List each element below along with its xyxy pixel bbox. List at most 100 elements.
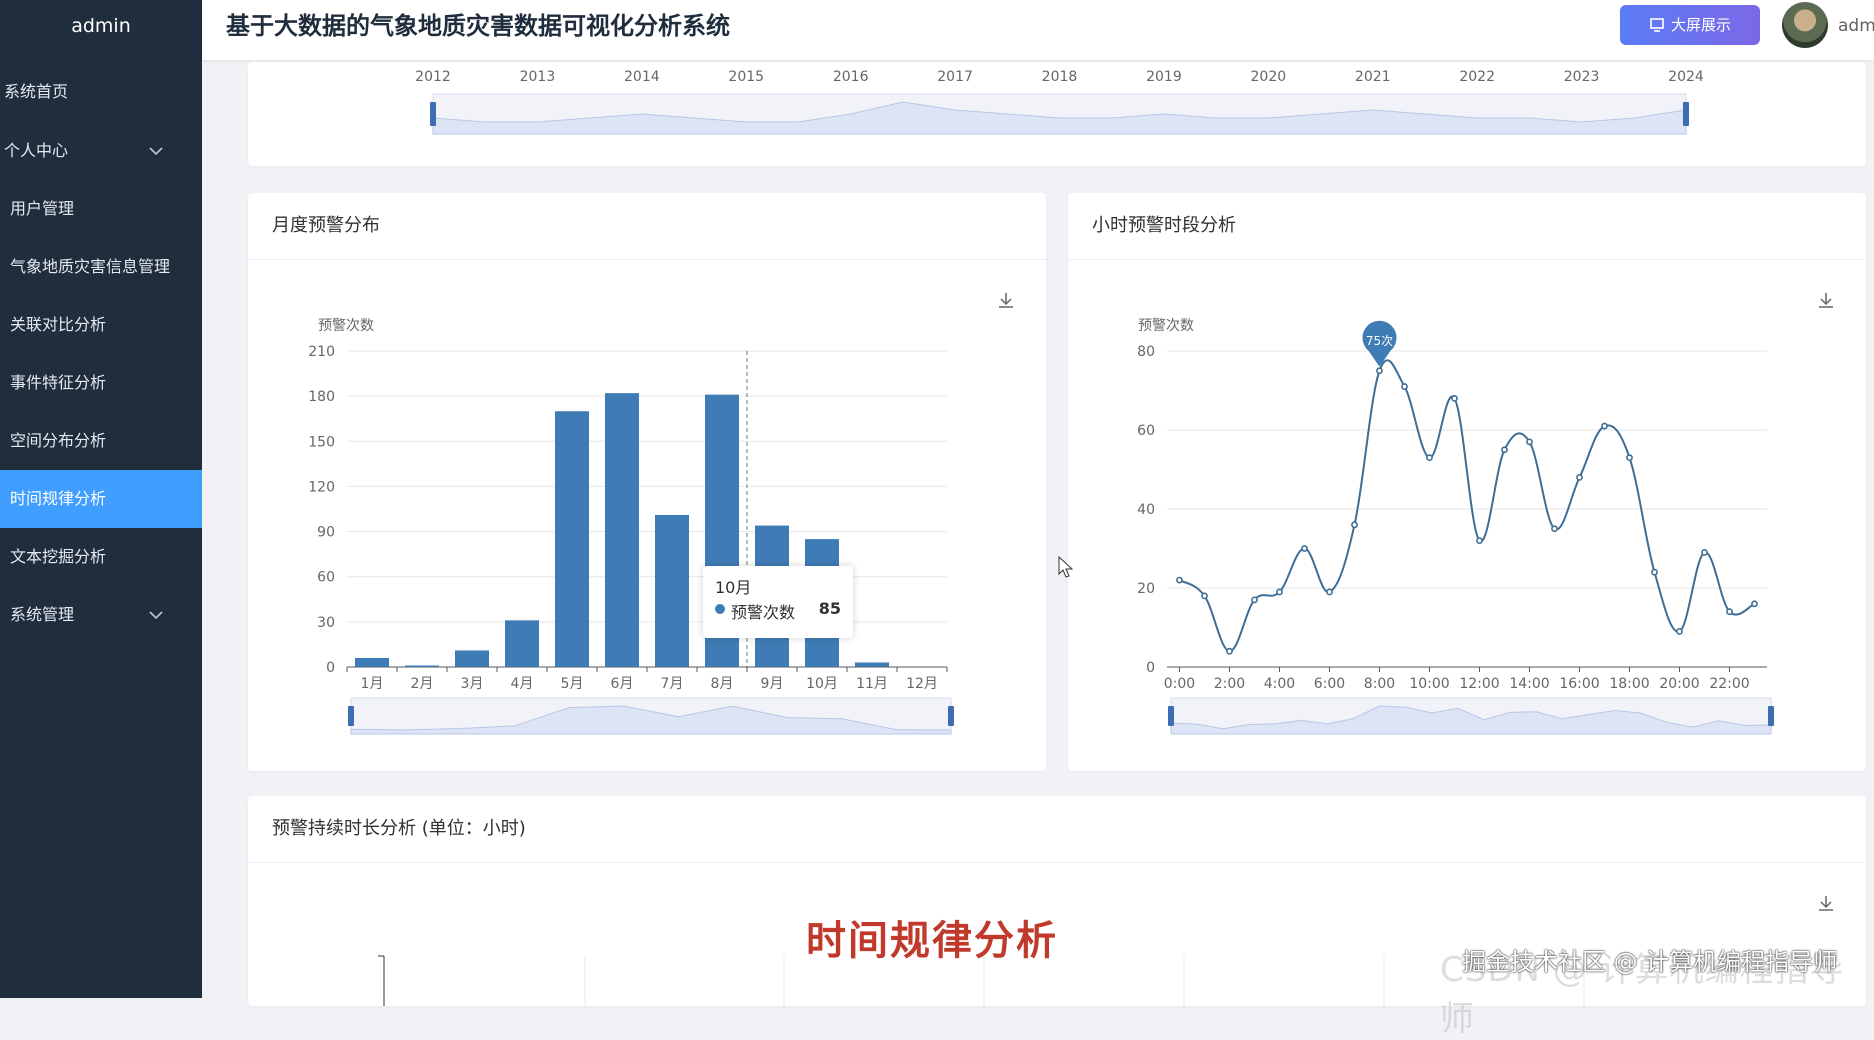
hourly-warning-card: 小时预警时段分析 预警次数 0 20 40 60 80 0:00 2:00 4:00 6:00 8:… [1068, 193, 1866, 771]
big-screen-button[interactable]: 大屏展示 [1620, 5, 1760, 45]
y-tick-label: 120 [308, 479, 335, 495]
x-tick-label: 16:00 [1559, 676, 1599, 692]
zoom-handle-left [430, 102, 436, 126]
series-line [1178, 359, 1755, 653]
sidebar-item-label: 系统首页 [4, 82, 69, 101]
data-point [1326, 588, 1333, 596]
x-tick-label: 1月 [361, 676, 384, 692]
bar [505, 620, 539, 667]
zoom-handle-left [348, 706, 354, 726]
y-tick-label: 80 [1137, 344, 1155, 360]
year-tick-label: 2021 [1355, 69, 1391, 85]
data-point [1751, 600, 1758, 608]
data-point [1226, 647, 1233, 655]
sidebar-item-label: 空间分布分析 [10, 431, 107, 450]
x-tick-label: 4月 [511, 676, 534, 692]
x-tick-label: 3月 [461, 676, 484, 692]
tooltip-title: 10月 [715, 578, 752, 597]
sidebar-item-label: 文本挖掘分析 [10, 547, 107, 566]
y-axis-label: 预警次数 [1138, 318, 1194, 334]
sidebar-logo: admin [71, 15, 131, 37]
y-tick-label: 180 [308, 389, 335, 405]
year-tick-label: 2022 [1459, 69, 1495, 85]
x-tick-label: 6:00 [1314, 676, 1345, 692]
x-tick-label: 10:00 [1409, 676, 1449, 692]
yearly-chart-card: 2012 2013 2014 2015 2016 2017 2018 2019 2020 2021… [248, 62, 1866, 166]
sidebar-item-home[interactable]: 系统首页 [0, 63, 202, 121]
zoom-handle-right [948, 706, 954, 726]
year-tick-label: 2023 [1564, 69, 1600, 85]
x-tick-label: 8月 [711, 676, 734, 692]
data-point [1601, 422, 1608, 430]
x-tick-label: 2:00 [1214, 676, 1245, 692]
x-tick-label: 0:00 [1164, 676, 1195, 692]
data-point [1351, 521, 1358, 529]
sidebar-item-label: 气象地质灾害信息管理 [10, 257, 171, 276]
data-point [1551, 525, 1558, 533]
sidebar-item-system-management[interactable]: 系统管理 [0, 586, 202, 644]
bar [355, 657, 389, 667]
page-title: 基于大数据的气象地质灾害数据可视化分析系统 [226, 12, 730, 40]
monitor-icon [1650, 18, 1664, 32]
user-name[interactable]: admin [1838, 0, 1874, 52]
sidebar-item-label: 用户管理 [10, 199, 75, 218]
sidebar-item-event-feature[interactable]: 事件特征分析 [0, 354, 202, 412]
top-bar: 基于大数据的气象地质灾害数据可视化分析系统 大屏展示 admin [202, 0, 1874, 60]
y-tick-label: 150 [308, 434, 335, 450]
x-tick-label: 6月 [611, 676, 634, 692]
watermark: 掘金技术社区 @ 计算机编程指导师 [1462, 948, 1838, 976]
y-tick-label: 0 [326, 660, 335, 676]
x-tick-label: 18:00 [1609, 676, 1649, 692]
chart-tooltip: 10月 预警次数 85 [703, 566, 853, 638]
data-point [1651, 568, 1658, 576]
y-tick-label: 30 [317, 615, 335, 631]
year-tick-label: 2016 [833, 69, 869, 85]
x-tick-label: 2月 [411, 676, 434, 692]
monthly-bar-chart: 预警次数 0 30 60 90 120 150 180 210 1月 2月 3月 4月 5月 6月 7月 8月 9… [308, 318, 954, 735]
data-point [1626, 454, 1633, 462]
avatar[interactable] [1782, 2, 1828, 48]
year-tick-label: 2019 [1146, 69, 1182, 85]
data-point [1676, 628, 1683, 635]
yearly-data-zoom[interactable]: 2012 2013 2014 2015 2016 2017 2018 2019 2020 2021… [248, 62, 1866, 166]
y-tick-label: 60 [1137, 423, 1155, 439]
big-screen-label: 大屏展示 [1670, 16, 1731, 34]
mouse-cursor-icon [1058, 556, 1074, 578]
data-point [1401, 383, 1408, 390]
data-point [1376, 367, 1383, 375]
sidebar-item-label: 关联对比分析 [10, 315, 107, 334]
sidebar-item-text-mining[interactable]: 文本挖掘分析 [0, 528, 202, 586]
sidebar-item-time-pattern[interactable]: 时间规律分析 [0, 470, 202, 528]
tooltip-series-name: 预警次数 [731, 603, 796, 622]
sidebar-item-user-management[interactable]: 用户管理 [0, 180, 202, 238]
sidebar-item-personal-center[interactable]: 个人中心 [0, 122, 202, 180]
zoom-handle-right [1768, 706, 1774, 726]
sidebar-item-disaster-info[interactable]: 气象地质灾害信息管理 [0, 238, 202, 296]
year-tick-label: 2013 [520, 69, 556, 85]
y-axis-label: 预警次数 [318, 318, 374, 334]
sidebar-item-spatial-distribution[interactable]: 空间分布分析 [0, 412, 202, 470]
sidebar-item-label: 时间规律分析 [10, 489, 107, 508]
zoom-handle-right [1683, 102, 1689, 126]
year-tick-label: 2018 [1042, 69, 1078, 85]
x-tick-label: 5月 [561, 676, 584, 692]
tooltip-value: 85 [818, 599, 841, 618]
x-tick-label: 22:00 [1709, 676, 1749, 692]
y-tick-label: 210 [308, 344, 335, 360]
year-tick-label: 2017 [937, 69, 973, 85]
chevron-down-icon [149, 147, 163, 156]
tooltip-series-marker [715, 604, 725, 614]
data-point [1201, 592, 1208, 600]
data-point [1276, 588, 1283, 596]
bar [605, 393, 639, 667]
hourly-line-chart: 预警次数 0 20 40 60 80 0:00 2:00 4:00 6:00 8:00 10:00 12… [1137, 318, 1774, 735]
chevron-down-icon [149, 611, 163, 620]
x-tick-label: 12:00 [1459, 676, 1499, 692]
year-tick-label: 2024 [1668, 69, 1704, 85]
x-tick-label: 8:00 [1364, 676, 1395, 692]
data-point [1476, 537, 1483, 544]
year-tick-label: 2015 [728, 69, 764, 85]
sidebar-item-correlation-analysis[interactable]: 关联对比分析 [0, 296, 202, 354]
bar [555, 411, 589, 667]
x-tick-label: 9月 [761, 676, 784, 692]
